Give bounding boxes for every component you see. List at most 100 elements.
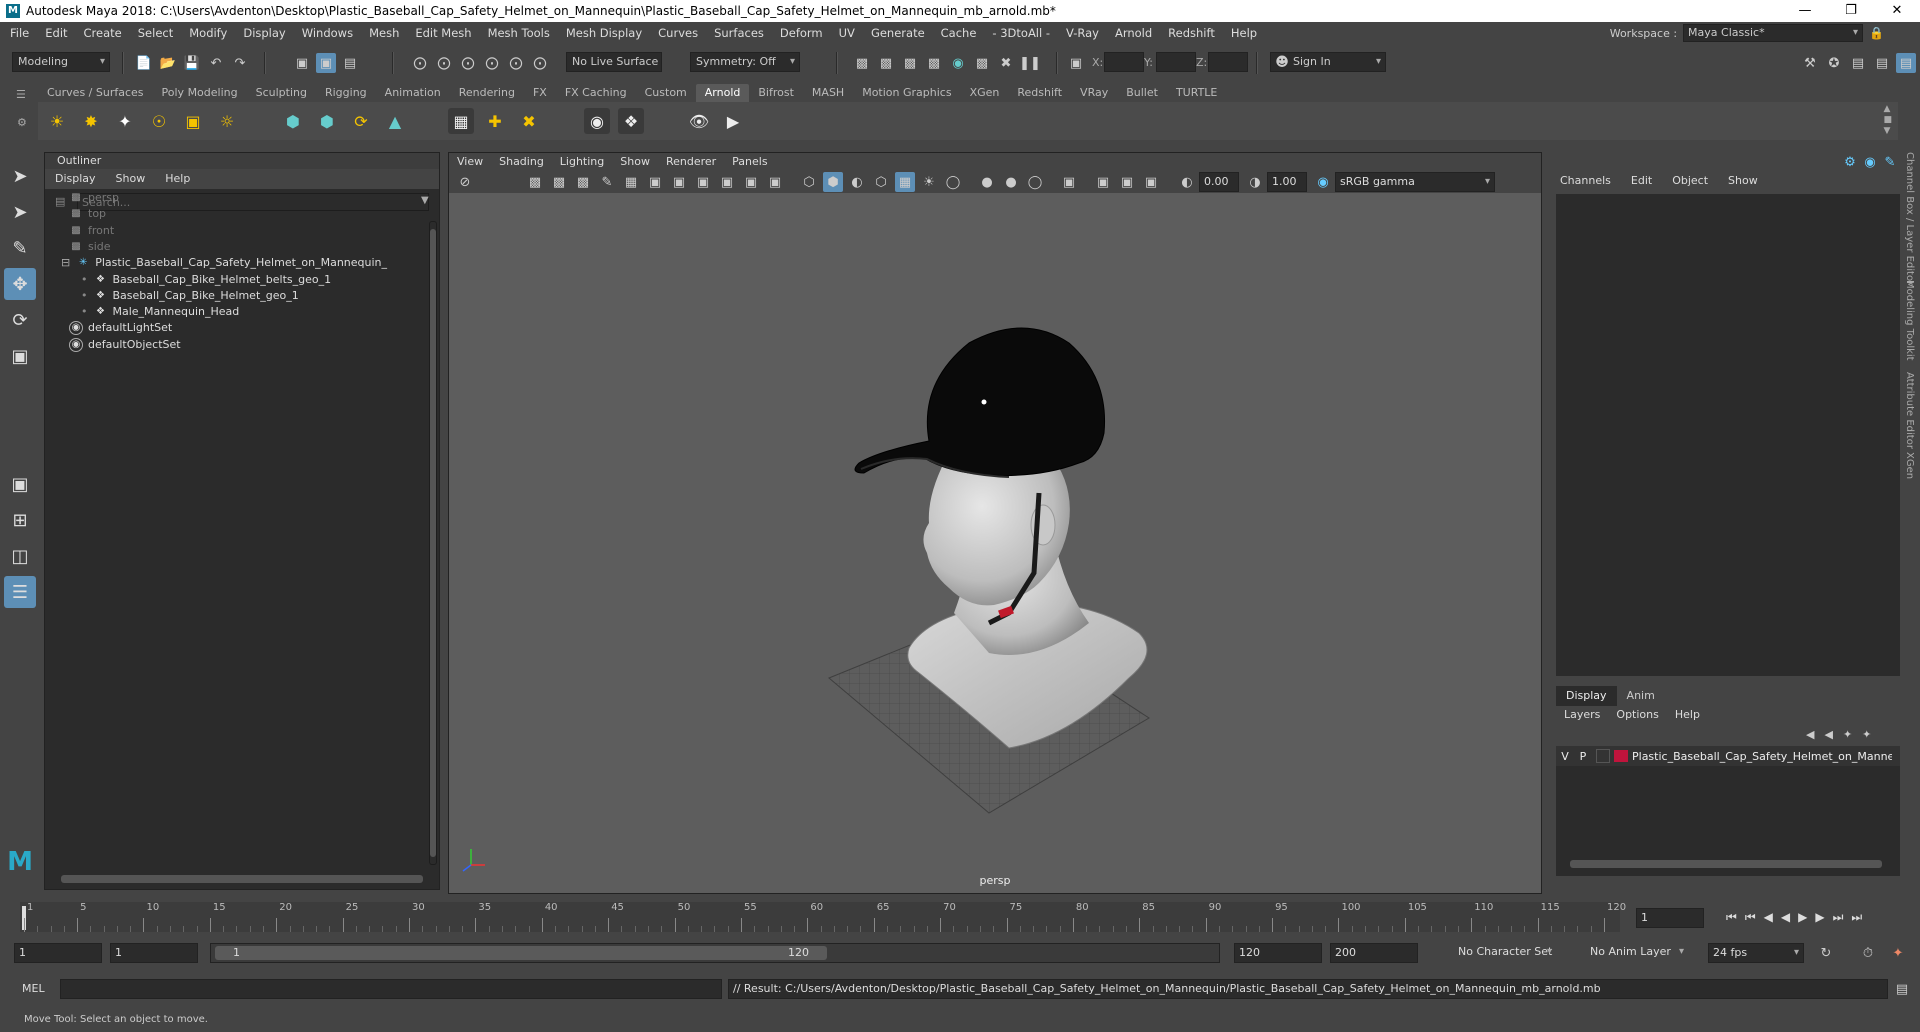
- step-forward-frame-icon[interactable]: ▶: [1815, 910, 1824, 925]
- lasso-tool-icon[interactable]: ➤: [4, 196, 36, 228]
- layer-menu-layers[interactable]: Layers: [1556, 706, 1608, 724]
- transform-absolute-icon[interactable]: ▣: [1066, 53, 1086, 73]
- search-dropdown-icon[interactable]: ▼: [421, 195, 429, 206]
- shelf-menu[interactable]: ☰ ⚙: [12, 88, 32, 136]
- field-chart-icon[interactable]: ▣: [717, 172, 737, 192]
- rotate-tool-icon[interactable]: ⟳: [4, 304, 36, 336]
- modeling-toolkit-icon[interactable]: ⚒: [1800, 53, 1820, 73]
- xray-icon[interactable]: ▣: [1093, 172, 1113, 192]
- shelf-tab-rigging[interactable]: Rigging: [316, 84, 376, 102]
- menu-arnold[interactable]: Arnold: [1107, 22, 1160, 44]
- safe-action-icon[interactable]: ▣: [741, 172, 761, 192]
- playback-start-field[interactable]: 1: [110, 943, 198, 963]
- gamma-icon[interactable]: ◑: [1245, 172, 1265, 192]
- shelf-tab-fx-caching[interactable]: FX Caching: [556, 84, 636, 102]
- layer-name[interactable]: Plastic_Baseball_Cap_Safety_Helmet_on_Ma…: [1632, 750, 1892, 763]
- collapse-toggle-icon[interactable]: ⊟: [61, 254, 70, 272]
- flush-lights-icon[interactable]: ✖: [516, 108, 542, 134]
- step-back-frame-icon[interactable]: ◀: [1764, 910, 1773, 925]
- channel-box-help-icon[interactable]: ◉: [1860, 152, 1880, 172]
- menu-curves[interactable]: Curves: [650, 22, 706, 44]
- menu-cache[interactable]: Cache: [933, 22, 985, 44]
- play-backwards-icon[interactable]: ◀: [1781, 910, 1790, 925]
- wireframe-on-shaded-icon[interactable]: ⬡: [871, 172, 891, 192]
- go-to-end-icon[interactable]: ⏭: [1851, 910, 1862, 925]
- current-frame-field[interactable]: 1: [1636, 908, 1704, 928]
- command-input[interactable]: [60, 979, 722, 999]
- menu-mesh-display[interactable]: Mesh Display: [558, 22, 650, 44]
- menu-help[interactable]: Help: [1223, 22, 1265, 44]
- shelf-tab-vray[interactable]: VRay: [1071, 84, 1117, 102]
- outliner-item[interactable]: ⊟ ✳ Plastic_Baseball_Cap_Safety_Helmet_on_…: [61, 254, 387, 272]
- channel-box-edit-icon[interactable]: ✎: [1880, 152, 1900, 172]
- outliner-h-scrollbar[interactable]: [61, 875, 423, 883]
- new-scene-icon[interactable]: 📄: [134, 53, 154, 73]
- menu-modify[interactable]: Modify: [181, 22, 235, 44]
- ipr-render-icon[interactable]: ▩: [900, 53, 920, 73]
- time-slider-track[interactable]: 1 5 10 15 20 25 30 35 40 45 50 55 60 65 70 75 80 85 90 95 10…: [20, 902, 1626, 932]
- render-frame-icon[interactable]: ▩: [876, 53, 896, 73]
- menu-edit[interactable]: Edit: [37, 22, 75, 44]
- workspace-select[interactable]: Maya Classic*: [1683, 24, 1864, 42]
- side-tab-xgen[interactable]: XGen: [1904, 452, 1915, 479]
- select-object-icon[interactable]: ▣: [316, 53, 336, 73]
- flush-textures-icon[interactable]: ✚: [482, 108, 508, 134]
- play-forwards-icon[interactable]: ▶: [1798, 910, 1807, 925]
- go-to-start-icon[interactable]: ⏮: [1726, 910, 1737, 925]
- side-tab-attribute-editor[interactable]: Attribute Editor: [1904, 372, 1915, 449]
- volume-icon[interactable]: ⟳: [348, 108, 374, 134]
- menu-create[interactable]: Create: [76, 22, 130, 44]
- layer-row[interactable]: V P Plastic_Baseball_Cap_Safety_Helmet_o…: [1556, 746, 1900, 766]
- shelf-tab-bifrost[interactable]: Bifrost: [749, 84, 803, 102]
- layer-display-type[interactable]: [1596, 749, 1610, 763]
- symmetry-select[interactable]: Symmetry: Off: [690, 52, 800, 72]
- side-tab-modeling-toolkit[interactable]: Modeling Toolkit: [1904, 280, 1915, 361]
- skydome-light-icon[interactable]: ☀: [44, 108, 70, 134]
- layer-visibility-toggle[interactable]: V: [1556, 750, 1574, 763]
- outliner-item[interactable]: ▩ front: [69, 222, 114, 240]
- render-view-icon[interactable]: ▩: [852, 53, 872, 73]
- viewport-menu-show[interactable]: Show: [612, 153, 658, 171]
- menu-windows[interactable]: Windows: [294, 22, 361, 44]
- hypershade-icon[interactable]: ◉: [948, 53, 968, 73]
- outliner-menu-show[interactable]: Show: [106, 169, 156, 189]
- outliner-layout-icon[interactable]: ☰: [4, 576, 36, 608]
- snap-surface-icon[interactable]: ⨀: [506, 53, 526, 73]
- menu-file[interactable]: File: [2, 22, 37, 44]
- wireframe-icon[interactable]: ⬡: [799, 172, 819, 192]
- menu-edit-mesh[interactable]: Edit Mesh: [407, 22, 479, 44]
- outliner-item[interactable]: ▩ side: [69, 238, 110, 256]
- character-controls-icon[interactable]: ✪: [1824, 53, 1844, 73]
- side-tab-channel-box-layer-editor[interactable]: Channel Box / Layer Editor: [1904, 152, 1915, 285]
- gamma-field[interactable]: 1.00: [1267, 172, 1307, 192]
- shelf-tab-bullet[interactable]: Bullet: [1117, 84, 1167, 102]
- new-layer-selected-icon[interactable]: ✦: [1862, 728, 1871, 741]
- motion-blur-icon[interactable]: ●: [1001, 172, 1021, 192]
- menu-display[interactable]: Display: [235, 22, 293, 44]
- snap-view-icon[interactable]: ⨀: [482, 53, 502, 73]
- use-all-lights-icon[interactable]: ☀: [919, 172, 939, 192]
- layer-tab-display[interactable]: Display: [1556, 686, 1617, 706]
- outliner-item[interactable]: ▩ top: [69, 205, 106, 223]
- paint-select-tool-icon[interactable]: ✎: [4, 232, 36, 264]
- shelf-tab-rendering[interactable]: Rendering: [450, 84, 524, 102]
- move-tool-icon[interactable]: ✥: [4, 268, 36, 300]
- standin-icon[interactable]: ⬢: [280, 108, 306, 134]
- new-layer-icon[interactable]: ✦: [1843, 728, 1852, 741]
- viewport-menu-view[interactable]: View: [449, 153, 491, 171]
- step-back-key-icon[interactable]: ⏮: [1745, 910, 1756, 925]
- animation-prefs-icon[interactable]: ✦: [1888, 943, 1908, 963]
- shelf-tab-poly-modeling[interactable]: Poly Modeling: [153, 84, 247, 102]
- undo-icon[interactable]: ↶: [206, 53, 226, 73]
- channel-box-menu-channels[interactable]: Channels: [1550, 172, 1621, 190]
- tool-settings-icon[interactable]: ▤: [1872, 53, 1892, 73]
- outliner-menu-display[interactable]: Display: [45, 169, 106, 189]
- gate-mask-icon[interactable]: ▣: [693, 172, 713, 192]
- lock-icon[interactable]: 🔒: [1869, 26, 1884, 40]
- attribute-editor-icon[interactable]: ▤: [1848, 53, 1868, 73]
- channel-box-area[interactable]: [1556, 194, 1900, 676]
- outliner-item[interactable]: ▩ persp: [69, 189, 119, 207]
- character-set-select[interactable]: No Character Set: [1438, 943, 1556, 963]
- render-view-shelf-icon[interactable]: ▦: [448, 108, 474, 134]
- snap-pivot-icon[interactable]: ⨀: [530, 53, 550, 73]
